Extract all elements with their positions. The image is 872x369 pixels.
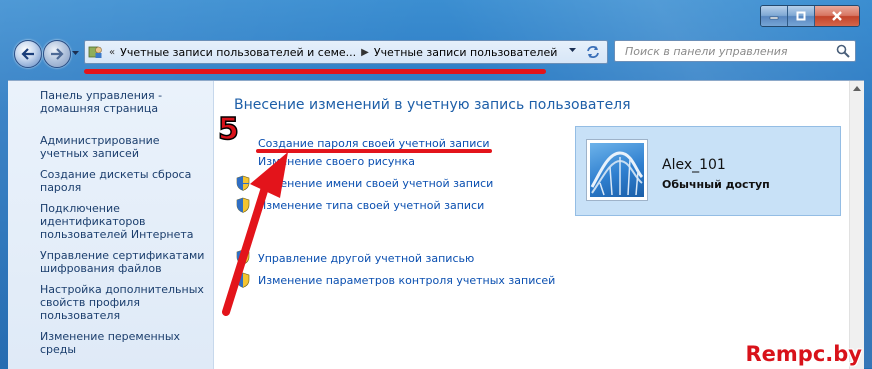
- maximize-icon: [796, 11, 806, 21]
- refresh-icon[interactable]: [585, 44, 601, 60]
- window-frame: « Учетные записи пользователей и семе...…: [0, 0, 872, 369]
- minimize-icon: [769, 16, 779, 20]
- watermark: Rempc.by: [745, 342, 862, 366]
- close-icon: [832, 11, 842, 21]
- arrow-right-icon: [51, 48, 64, 60]
- account-type: Обычный доступ: [662, 178, 770, 191]
- rollercoaster-picture-icon: [590, 151, 644, 196]
- breadcrumb-separator-icon[interactable]: ▶: [361, 47, 369, 58]
- sidebar-item-control-panel-home[interactable]: Панель управления - домашняя страница: [40, 89, 208, 115]
- user-picture: [590, 143, 644, 197]
- sidebar-item-file-encryption-certificates[interactable]: Управление сертификатами шифрования файл…: [40, 249, 208, 275]
- maximize-button[interactable]: [788, 6, 815, 26]
- user-card: Alex_101 Обычный доступ: [575, 126, 841, 216]
- breadcrumb-user-accounts[interactable]: Учетные записи пользователей: [374, 46, 558, 59]
- overflow-chevron[interactable]: «: [109, 47, 115, 58]
- search-icon[interactable]: [836, 44, 850, 58]
- forward-button[interactable]: [43, 40, 71, 68]
- breadcrumb-user-accounts-family[interactable]: Учетные записи пользователей и семе...: [120, 46, 356, 59]
- address-dropdown-icon[interactable]: [568, 47, 577, 53]
- arrow-left-icon: [21, 48, 34, 60]
- page-title: Внесение изменений в учетную запись поль…: [234, 97, 631, 113]
- address-bar[interactable]: « Учетные записи пользователей и семе...…: [84, 40, 608, 64]
- annotation-arrow-icon: [222, 152, 288, 316]
- sidebar-item-environment-variables[interactable]: Изменение переменных среды: [40, 330, 208, 356]
- address-highlight-underline: [84, 69, 546, 74]
- back-button[interactable]: [14, 40, 42, 68]
- sidebar: Панель управления - домашняя страница Ад…: [8, 81, 214, 369]
- search-input[interactable]: [623, 43, 837, 59]
- sidebar-item-link-online-ids[interactable]: Подключение идентификаторов пользователе…: [40, 202, 208, 241]
- user-accounts-icon: [88, 46, 102, 58]
- close-button[interactable]: [815, 6, 859, 26]
- vertical-scrollbar[interactable]: [849, 81, 864, 369]
- content-area: Панель управления - домашняя страница Ад…: [8, 80, 864, 369]
- user-name: Alex_101: [662, 157, 726, 173]
- sidebar-item-password-reset-disk[interactable]: Создание дискеты сброса пароля: [40, 168, 208, 194]
- task-uac-settings[interactable]: Изменение параметров контроля учетных за…: [258, 274, 555, 287]
- recent-pages-dropdown-icon[interactable]: [71, 50, 80, 56]
- avatar[interactable]: [586, 139, 648, 201]
- search-box[interactable]: [614, 40, 856, 62]
- minimize-button[interactable]: [761, 6, 788, 26]
- scroll-up-button[interactable]: [850, 81, 864, 95]
- scroll-up-arrow-icon: [853, 85, 861, 91]
- caption-buttons: [760, 5, 860, 27]
- sidebar-item-manage-accounts[interactable]: Администрирование учетных записей: [40, 134, 208, 160]
- sidebar-item-advanced-profile-properties[interactable]: Настройка дополнительных свойств профиля…: [40, 283, 208, 322]
